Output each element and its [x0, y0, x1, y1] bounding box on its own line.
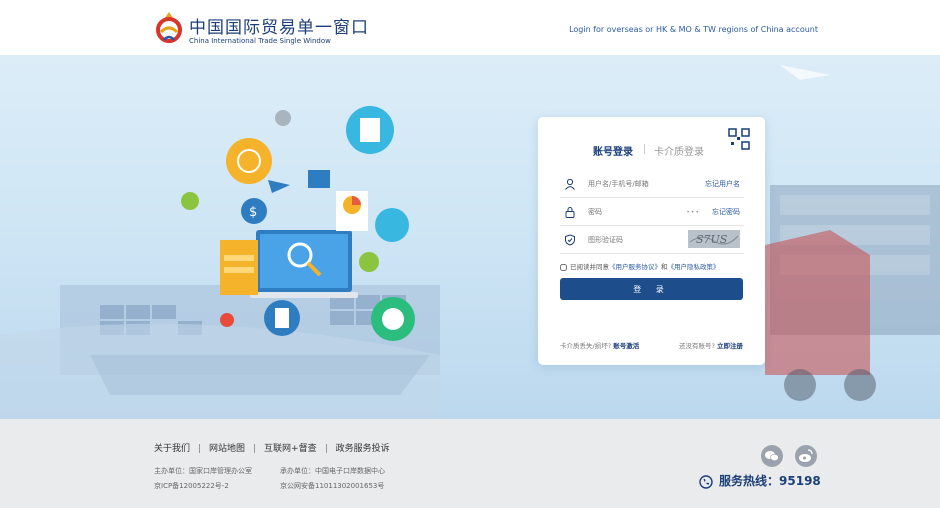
header: 中国国际贸易单一窗口 China International Trade Sin…: [0, 0, 940, 55]
password-input[interactable]: [588, 204, 688, 220]
tab-card-login[interactable]: 卡介质登录: [654, 143, 704, 158]
service-hotline: 服务热线：95198: [699, 472, 821, 489]
captcha-image[interactable]: S7US: [688, 230, 740, 248]
footer-operator: 承办单位：中国电子口岸数据中心: [280, 467, 385, 475]
show-password-icon[interactable]: •••: [686, 209, 700, 216]
login-card: 账号登录 卡介质登录 忘记用户名 ••• 忘记密码 S: [538, 117, 765, 365]
phone-icon: [699, 474, 713, 489]
svg-text:$: $: [249, 205, 257, 220]
password-field: ••• 忘记密码: [560, 201, 744, 226]
captcha-text: S7US: [696, 233, 728, 246]
username-field: 忘记用户名: [560, 173, 744, 198]
single-window-logo[interactable]: [155, 10, 183, 46]
footer-divider: [199, 444, 201, 453]
service-agreement-link[interactable]: 《用户服务协议》: [609, 263, 661, 271]
footer-icp[interactable]: 京ICP备12005222号-2: [154, 481, 229, 491]
lock-icon: [565, 207, 575, 218]
card-lost-row: 卡介质丢失/损坏? 账号激活: [560, 340, 639, 350]
agreement-row: 已阅读并同意《用户服务协议》和《用户隐私政策》: [560, 261, 720, 271]
agree-prefix: 已阅读并同意: [570, 263, 609, 271]
no-account-text: 还没有账号?: [678, 342, 715, 350]
privacy-policy-link[interactable]: 《用户隐私政策》: [668, 263, 720, 271]
footer-link-about[interactable]: 关于我们: [154, 444, 190, 454]
footer-divider: [254, 444, 256, 453]
weibo-icon[interactable]: [795, 445, 817, 467]
footer-link-supervision[interactable]: 互联网+督查: [264, 444, 317, 454]
wechat-icon[interactable]: [761, 445, 783, 467]
qr-code-icon[interactable]: [727, 127, 751, 151]
brand-title-cn: 中国国际贸易单一窗口: [189, 18, 369, 38]
login-button[interactable]: 登 录: [560, 278, 743, 300]
account-activate-link[interactable]: 账号激活: [613, 342, 639, 350]
footer-links: 关于我们 网站地图 互联网+督查 政务服务投诉: [154, 441, 390, 454]
hotline-number: 95198: [779, 474, 821, 488]
footer-link-sitemap[interactable]: 网站地图: [209, 444, 245, 454]
footer-link-complaint[interactable]: 政务服务投诉: [336, 444, 390, 454]
hero-illustration: $: [0, 65, 940, 419]
overseas-login-link[interactable]: Login for overseas or HK & MO & TW regio…: [569, 25, 818, 34]
footer-host: 主办单位：国家口岸管理办公室: [154, 467, 252, 475]
username-input[interactable]: [588, 176, 688, 192]
captcha-field: S7US: [560, 229, 744, 254]
captcha-input[interactable]: [588, 232, 688, 248]
agree-checkbox[interactable]: [560, 263, 567, 271]
hero-banner: $: [0, 55, 940, 419]
card-lost-text: 卡介质丢失/损坏?: [560, 342, 612, 350]
forgot-password-link[interactable]: 忘记密码: [712, 207, 740, 217]
tab-divider: [644, 144, 645, 154]
footer-police[interactable]: 京公网安备11011302001653号: [280, 481, 384, 491]
forgot-username-link[interactable]: 忘记用户名: [705, 179, 740, 189]
register-row: 还没有账号? 立即注册: [679, 340, 743, 350]
register-link[interactable]: 立即注册: [717, 342, 743, 350]
user-icon: [565, 178, 575, 190]
brand-title-en: China International Trade Single Window: [189, 37, 331, 45]
tab-account-login[interactable]: 账号登录: [593, 143, 633, 158]
footer-divider: [325, 444, 327, 453]
shield-icon: [565, 234, 575, 246]
hotline-label: 服务热线：: [719, 474, 780, 488]
